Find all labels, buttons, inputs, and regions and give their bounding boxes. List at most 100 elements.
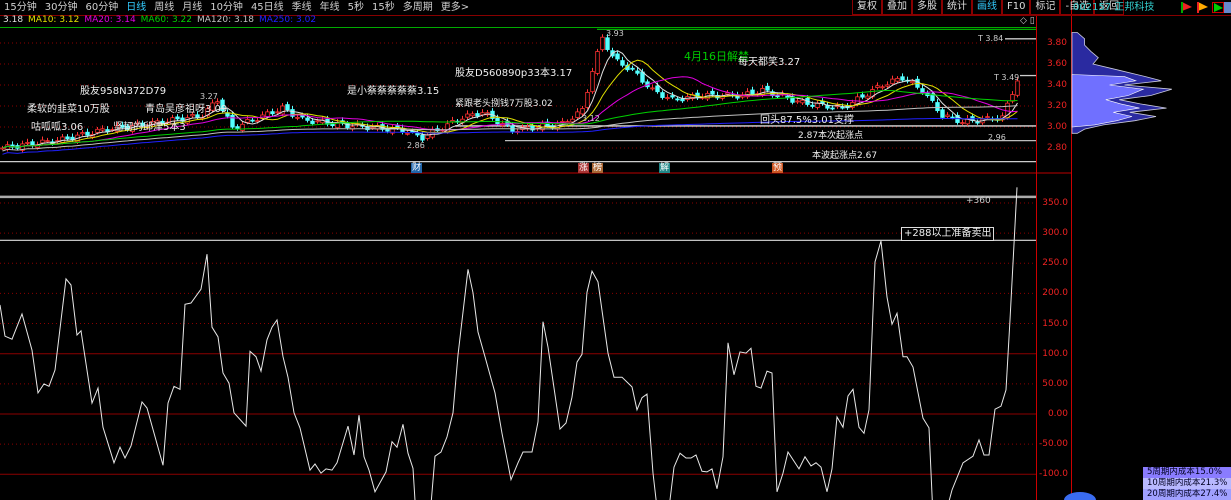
chart-canvas[interactable] xyxy=(0,0,1231,500)
candle xyxy=(725,92,730,95)
marker-unlock[interactable]: 解 xyxy=(659,163,671,173)
grid-icon[interactable] xyxy=(1224,2,1231,13)
toolbar-button[interactable]: 叠加 xyxy=(882,0,912,15)
candle xyxy=(370,126,375,129)
candle xyxy=(900,76,905,81)
candle xyxy=(660,92,665,98)
candle xyxy=(240,123,245,131)
period-menu: 15分钟 30分钟 60分钟 日线 周线 月线 10分钟 45日线 季线 年线 5秒 15秒 多周期 更多… xyxy=(0,0,850,15)
cost-10: 10周期内成本21.3% xyxy=(1143,478,1231,489)
y-tick-label: 2.80 xyxy=(1046,143,1067,153)
y-tick-label: 50.00 xyxy=(1042,378,1068,389)
candle xyxy=(285,104,290,111)
period-tab[interactable]: 日线 xyxy=(126,2,146,13)
candle xyxy=(430,129,435,138)
period-tab[interactable]: 10分钟 xyxy=(210,2,243,13)
annotation: 本波起涨点2.67 xyxy=(812,151,878,161)
ma-legend-item: MA10: 3.12 xyxy=(28,15,80,25)
period-tab[interactable]: 周线 xyxy=(154,2,174,13)
candle xyxy=(960,122,965,124)
candle xyxy=(800,99,805,104)
panel-divider xyxy=(0,27,1036,28)
marker-rise[interactable]: 涨 xyxy=(578,163,590,173)
cost-20: 20周期内成本27.4% xyxy=(1143,489,1231,500)
period-tab[interactable]: 45日线 xyxy=(251,2,284,13)
marker-list[interactable]: 榜 xyxy=(592,163,604,173)
period-tab[interactable]: 5秒 xyxy=(348,2,364,13)
candle xyxy=(275,111,280,114)
candle xyxy=(575,111,580,118)
candle xyxy=(585,92,590,108)
candle xyxy=(885,84,890,87)
candle xyxy=(425,134,430,139)
stock-name[interactable]: 002157 正邦科技 xyxy=(1073,0,1154,15)
candle xyxy=(60,136,65,143)
candle xyxy=(595,51,600,74)
annotation: 股友D560890p33本3.17 xyxy=(455,68,573,79)
ma-legend: 3.18 MA10: 3.12 MA20: 3.14 MA60: 3.22 MA120:… xyxy=(3,15,321,26)
candle xyxy=(775,95,780,98)
price-label: 3.12 xyxy=(582,114,600,123)
candle xyxy=(565,121,570,124)
y-tick-label: 350.0 xyxy=(1042,197,1068,208)
candle xyxy=(95,128,100,133)
level-label: +360 xyxy=(966,196,991,206)
period-tab[interactable]: 15秒 xyxy=(372,2,395,13)
target-label: T 3.84 xyxy=(978,34,1004,43)
marker-forecast[interactable]: 预 xyxy=(772,163,784,173)
y-tick-label: 300.0 xyxy=(1042,228,1068,239)
annotation: 青岛吴彦祖呀3.09 xyxy=(145,104,228,115)
candle xyxy=(315,120,320,123)
period-tab[interactable]: 季线 xyxy=(292,2,312,13)
price-label: 3.93 xyxy=(606,29,624,38)
candle xyxy=(875,85,880,88)
y-tick-label: 3.00 xyxy=(1046,122,1067,132)
candle xyxy=(590,71,595,93)
candle xyxy=(830,107,835,110)
candle xyxy=(270,111,275,115)
candle xyxy=(675,98,680,101)
candle xyxy=(680,98,685,102)
period-tab[interactable]: 60分钟 xyxy=(85,2,118,13)
candle xyxy=(665,97,670,99)
annotation: 股友958N372D79 xyxy=(80,86,167,97)
panel-toggle-icon[interactable]: ▯ xyxy=(1030,16,1035,26)
candle xyxy=(1010,94,1015,102)
candle xyxy=(860,94,865,98)
toolbar-button[interactable]: 复权 xyxy=(852,0,882,15)
ma-legend-item: MA20: 3.14 xyxy=(84,15,136,25)
window-icons[interactable]: ◇ ▯ xyxy=(1020,16,1035,26)
candle xyxy=(815,102,820,108)
toolbar-button[interactable]: 标记 xyxy=(1030,0,1061,15)
candle xyxy=(175,116,180,120)
diamond-icon[interactable]: ◇ xyxy=(1020,16,1027,26)
candle xyxy=(655,85,660,93)
candle xyxy=(975,121,980,124)
toolbar-button[interactable]: F10 xyxy=(1002,0,1031,15)
candle xyxy=(65,136,70,140)
candle xyxy=(935,102,940,112)
period-tab[interactable]: 15分钟 xyxy=(4,2,37,13)
period-tab[interactable]: 30分钟 xyxy=(45,2,78,13)
candle xyxy=(470,113,475,117)
toolbar-button[interactable]: 画线 xyxy=(972,0,1002,15)
period-tab[interactable]: 年线 xyxy=(320,2,340,13)
cursor-flag-icon[interactable] xyxy=(1212,2,1224,13)
annotation: 柔软的韭菜10万股 xyxy=(27,104,110,115)
toolbar-button[interactable]: 多股 xyxy=(912,0,942,15)
period-tab[interactable]: 更多> xyxy=(441,2,469,13)
flag-icon[interactable] xyxy=(1181,2,1193,13)
candle xyxy=(670,95,675,98)
cost-5: 5周期内成本15.0% xyxy=(1143,467,1231,478)
candle xyxy=(865,95,870,99)
scroll-bubble xyxy=(1064,492,1096,500)
y-tick-label: 150.0 xyxy=(1042,318,1068,329)
candle xyxy=(495,117,500,125)
toolbar-button[interactable]: 统计 xyxy=(942,0,972,15)
period-tab[interactable]: 月线 xyxy=(182,2,202,13)
period-tab[interactable]: 多周期 xyxy=(403,2,433,13)
flag-icon[interactable] xyxy=(1197,2,1209,13)
y-tick-label: -50.00 xyxy=(1038,439,1068,450)
marker-finance[interactable]: 财 xyxy=(411,163,423,173)
price-label: 3.27 xyxy=(200,92,218,101)
